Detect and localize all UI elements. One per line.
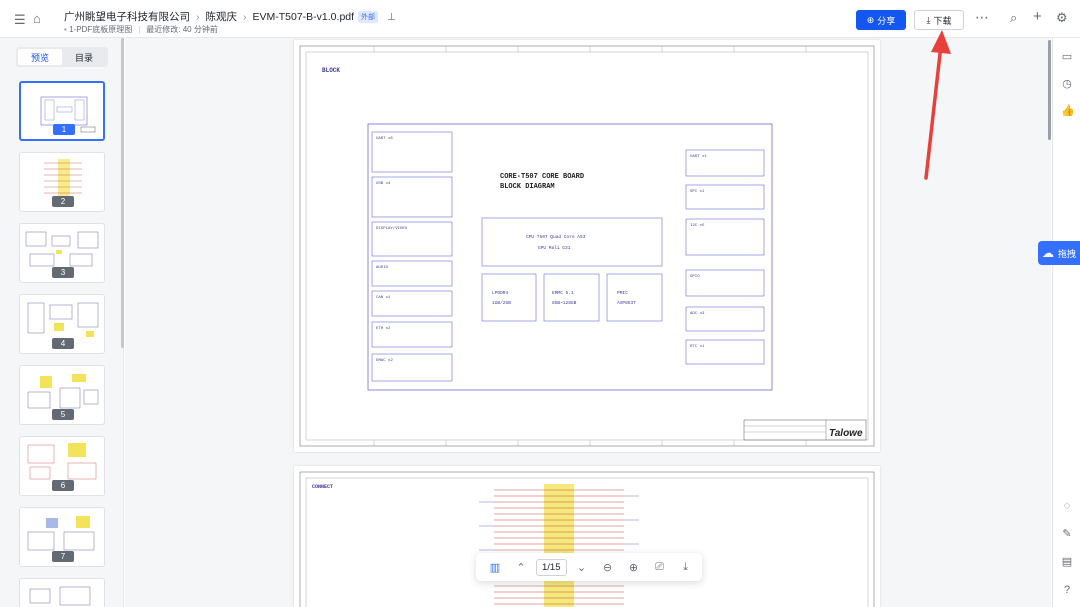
sidebar-scrollbar[interactable] — [121, 38, 124, 348]
page-number-badge: 4 — [52, 338, 74, 349]
document-icon[interactable]: ▤ — [1061, 556, 1073, 568]
diagram-title-line2: BLOCK DIAGRAM — [500, 183, 555, 191]
company-logo: Talowe — [829, 428, 863, 439]
viewer-toolbar: ▥ ⌃ 1/15 ⌄ ⊖ ⊕ ⎚ ⤓ — [476, 553, 702, 581]
block-spi: SPI x1 — [690, 190, 705, 194]
page-thumbnail-2[interactable]: 2 — [19, 152, 105, 212]
sidebar-toggle-icon[interactable]: ☰ — [14, 13, 26, 27]
search-icon[interactable]: ⌕ — [1010, 11, 1017, 25]
external-tag: 外部 — [358, 11, 379, 23]
modified-time: 最近修改: 40 分钟前 — [146, 25, 218, 34]
section-label: BLOCK — [322, 67, 340, 74]
thumbnail-panel-icon[interactable]: ▥ — [482, 553, 508, 581]
pmic-label: PMIC — [617, 290, 628, 296]
more-icon[interactable]: ⋯ — [975, 10, 989, 24]
breadcrumb: 广州眺望电子科技有限公司 › 陈观庆 › EVM-T507-B-v1.0.pdf 外部 ⊥ — [64, 11, 396, 23]
download-label: 下载 — [933, 15, 952, 26]
page-thumbnail-5[interactable]: 5 — [19, 365, 105, 425]
zoom-out-icon[interactable]: ⊖ — [595, 553, 621, 581]
page-thumbnail-3[interactable]: 3 — [19, 223, 105, 283]
share-button[interactable]: ⊕ 分享 — [856, 10, 906, 30]
folder-icon: ▪ — [64, 25, 67, 34]
lpddr4-size: 1GB/2GB — [492, 300, 511, 306]
cloud-icon: ☁ — [1042, 246, 1054, 260]
page-number-badge: 1 — [53, 124, 75, 135]
block-usb: USB x4 — [376, 182, 391, 186]
page-thumbnail-7[interactable]: 7 — [19, 507, 105, 567]
thumb-preview — [29, 586, 91, 606]
block-uart-right: UART x1 — [690, 155, 707, 159]
right-rail: ▭ ◷ 👍 ◌ ✎ ▤ ? — [1052, 38, 1080, 607]
lpddr4-label: LPDDR4 — [492, 290, 509, 296]
page-number-badge: 6 — [52, 480, 74, 491]
block-i2c: I2C x5 — [690, 224, 705, 228]
page-thumbnail-6[interactable]: 6 — [19, 436, 105, 496]
tab-preview[interactable]: 预览 — [18, 49, 62, 65]
pdf-page-1: BLOCK UART x6 USB x4 DISPLAY/VIDEO AUDIO… — [294, 40, 880, 452]
block-uart: UART x6 — [376, 137, 393, 141]
page-thumbnail-4[interactable]: 4 — [19, 294, 105, 354]
breadcrumb-user[interactable]: 陈观庆 — [206, 11, 238, 23]
gear-icon[interactable]: ⚙ — [1056, 11, 1068, 25]
block-display: DISPLAY/VIDEO — [376, 226, 408, 231]
pin-icon[interactable]: ⊥ — [387, 12, 396, 23]
page-number-badge: 2 — [52, 196, 74, 207]
viewer-scrollbar[interactable] — [1048, 40, 1051, 140]
thumbnail-sidebar: 预览 目录 1 2 3 4 5 6 7 — [0, 38, 124, 607]
gpu-label: GPU Mali G31 — [538, 245, 571, 251]
file-name: EVM-T507-B-v1.0.pdf — [252, 11, 355, 23]
schematic-connect: CONNECT — [299, 471, 875, 607]
comment-icon[interactable]: ▭ — [1061, 51, 1073, 63]
lightbulb-icon[interactable]: ◌ — [1061, 500, 1073, 512]
emmc-size: 8GB~128GB — [552, 300, 577, 306]
help-icon[interactable]: ? — [1061, 584, 1073, 596]
document-viewer: BLOCK UART x6 USB x4 DISPLAY/VIDEO AUDIO… — [125, 38, 1051, 607]
breadcrumb-org[interactable]: 广州眺望电子科技有限公司 — [64, 11, 190, 23]
page-number-badge: 7 — [52, 551, 74, 562]
block-audio: AUDIO — [376, 266, 389, 270]
top-bar: ☰ ⌂ 广州眺望电子科技有限公司 › 陈观庆 › EVM-T507-B-v1.0.pdf… — [0, 0, 1080, 38]
block-adc: ADC x3 — [690, 312, 705, 316]
block-can: CAN x1 — [376, 296, 391, 300]
cpu-label: CPU T507 Quad Core A53 — [526, 234, 586, 240]
page-thumbnail-1[interactable]: 1 — [19, 81, 105, 141]
section-label: CONNECT — [312, 484, 333, 490]
zoom-in-icon[interactable]: ⊕ — [621, 553, 647, 581]
sidebar-tabs: 预览 目录 — [16, 47, 108, 67]
block-gpio: GPIO — [690, 275, 700, 279]
page-indicator[interactable]: 1/15 — [536, 558, 567, 576]
globe-icon: ⊕ — [866, 14, 875, 25]
block-emac: EMAC x2 — [376, 359, 393, 363]
ai-tab-label: 拖拽 — [1058, 248, 1077, 259]
emmc-label: EMMC 5.1 — [552, 290, 574, 296]
presentation-icon[interactable]: ⎚ — [647, 553, 673, 581]
like-icon[interactable]: 👍 — [1061, 105, 1075, 117]
home-icon[interactable]: ⌂ — [33, 12, 41, 26]
page-thumbnail-8[interactable] — [19, 578, 105, 607]
history-icon[interactable]: ◷ — [1061, 78, 1073, 90]
ai-assistant-tab[interactable]: ☁ 拖拽 — [1038, 241, 1080, 265]
block-rtc: RTC x1 — [690, 345, 705, 349]
download-page-icon[interactable]: ⤓ — [673, 553, 699, 581]
pdf-page-2: CONNECT — [294, 466, 880, 607]
download-button[interactable]: ⤓ 下载 — [914, 10, 964, 30]
diagram-title-line1: CORE-T507 CORE BOARD — [500, 173, 584, 181]
schematic-block-diagram: BLOCK UART x6 USB x4 DISPLAY/VIDEO AUDIO… — [299, 45, 875, 447]
file-meta: ▪ 1-PDF底板原理图 | 最近修改: 40 分钟前 — [64, 25, 218, 34]
block-eth: ETH x2 — [376, 327, 391, 331]
page-number-badge: 5 — [52, 409, 74, 420]
edit-doc-icon[interactable]: ✎ — [1061, 528, 1073, 540]
add-icon[interactable]: + — [1033, 9, 1042, 24]
tab-outline[interactable]: 目录 — [62, 49, 106, 65]
pmic-model: AXP853T — [617, 300, 636, 306]
share-label: 分享 — [877, 15, 896, 26]
page-number-badge: 3 — [52, 267, 74, 278]
download-icon: ⤓ — [926, 14, 931, 25]
prev-page-icon[interactable]: ⌃ — [508, 553, 534, 581]
folder-name[interactable]: 1-PDF底板原理图 — [69, 25, 132, 34]
next-page-icon[interactable]: ⌄ — [569, 553, 595, 581]
